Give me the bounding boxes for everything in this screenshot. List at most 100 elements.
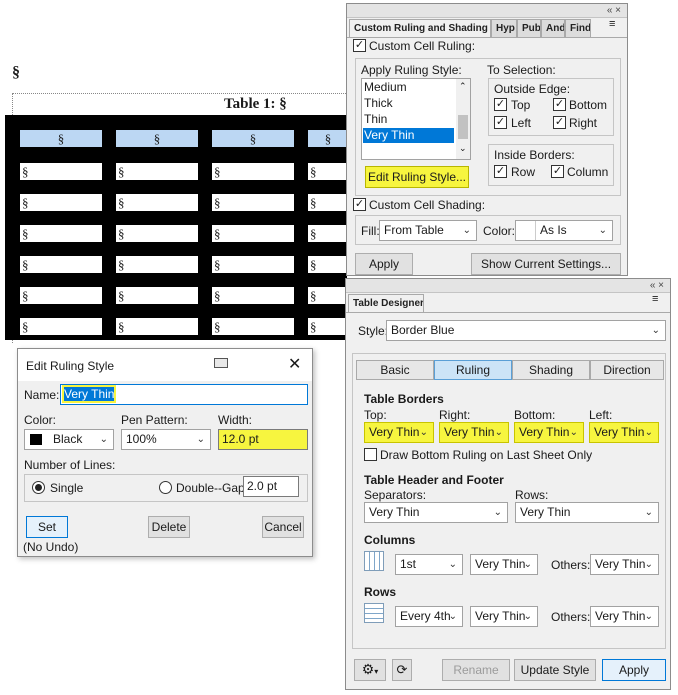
set-button[interactable]: Set — [26, 516, 68, 538]
custom-cell-ruling-checkbox[interactable]: ✓ — [353, 39, 366, 52]
fill-dropdown[interactable]: From Table ⌄ — [379, 220, 477, 241]
apply-button[interactable]: Apply — [355, 253, 413, 275]
top-checkbox[interactable]: ✓ — [494, 98, 507, 111]
custom-cell-shading-checkbox[interactable]: ✓ — [353, 198, 366, 211]
table-title[interactable]: Table 1: § — [224, 96, 287, 113]
delete-button[interactable]: Delete — [148, 516, 190, 538]
close-icon[interactable]: ✕ — [288, 354, 301, 374]
scrollbar[interactable]: ⌃ ⌄ — [456, 79, 470, 159]
color-dropdown[interactable]: Black ⌄ — [24, 429, 114, 450]
columns-weight-dropdown[interactable]: Very Thin ⌄ — [470, 554, 538, 575]
table-cell[interactable]: § — [20, 225, 102, 242]
panel-collapse-close-controls[interactable]: « × — [650, 280, 664, 292]
tab-table-designer[interactable]: Table Designer — [348, 294, 424, 313]
apply-button[interactable]: Apply — [602, 659, 666, 681]
rows-others-value: Very Thin — [595, 609, 646, 623]
table-cell[interactable]: § — [20, 256, 102, 273]
table-header-cell[interactable]: § — [212, 130, 294, 147]
name-field[interactable]: Very Thin — [60, 384, 308, 405]
tab-shading[interactable]: Shading — [512, 360, 590, 380]
right-checkbox[interactable]: ✓ — [553, 116, 566, 129]
table-cell[interactable]: § — [116, 194, 198, 211]
table-header-cell[interactable]: § — [20, 130, 102, 147]
ruling-style-list[interactable]: Medium Thick Thin Very Thin ⌃ ⌄ — [361, 78, 471, 160]
table-cell[interactable]: § — [116, 225, 198, 242]
rename-button[interactable]: Rename — [442, 659, 510, 681]
list-item-selected[interactable]: Very Thin — [363, 128, 454, 143]
table-cell[interactable]: § — [212, 194, 294, 211]
pen-pattern-dropdown[interactable]: 100% ⌄ — [121, 429, 211, 450]
scroll-down-icon[interactable]: ⌄ — [459, 143, 467, 154]
table-header-cell[interactable]: § — [116, 130, 198, 147]
table-cell[interactable]: § — [20, 163, 102, 180]
update-style-button[interactable]: Update Style — [514, 659, 596, 681]
separators-dropdown[interactable]: Very Thin ⌄ — [364, 502, 508, 523]
table-cell[interactable]: § — [116, 287, 198, 304]
table-cell[interactable]: § — [116, 163, 198, 180]
rows-which-dropdown[interactable]: Every 4th ⌄ — [395, 606, 463, 627]
panel-collapse-close-controls[interactable]: « × — [607, 5, 621, 17]
refresh-button[interactable]: ⟳ — [392, 659, 412, 681]
columns-which-dropdown[interactable]: 1st ⌄ — [395, 554, 463, 575]
cancel-button[interactable]: Cancel — [262, 516, 304, 538]
table-cell[interactable]: § — [212, 256, 294, 273]
tab-basic[interactable]: Basic — [356, 360, 434, 380]
table-cell[interactable]: § — [308, 163, 348, 180]
tab-ruling[interactable]: Ruling — [434, 360, 512, 380]
dialog-titlebar[interactable]: Edit Ruling Style ✕ — [18, 349, 312, 381]
list-item[interactable]: Thin — [364, 112, 387, 126]
rows-weight-dropdown[interactable]: Very Thin ⌄ — [470, 606, 538, 627]
hamburger-icon[interactable]: ≡ — [609, 19, 621, 30]
columns-others-dropdown[interactable]: Very Thin ⌄ — [590, 554, 659, 575]
panel-titlebar[interactable]: « × — [346, 279, 670, 293]
table-cell[interactable]: § — [212, 163, 294, 180]
table-cell[interactable]: § — [212, 287, 294, 304]
style-dropdown[interactable]: Border Blue ⌄ — [386, 320, 666, 341]
right-border-dropdown[interactable]: Very Thin ⌄ — [439, 422, 509, 443]
scroll-up-icon[interactable]: ⌃ — [459, 81, 467, 92]
table-cell[interactable]: § — [308, 318, 348, 335]
list-item[interactable]: Medium — [364, 80, 407, 94]
table-cell[interactable]: § — [308, 194, 348, 211]
bottom-checkbox[interactable]: ✓ — [553, 98, 566, 111]
edit-ruling-style-button[interactable]: Edit Ruling Style... — [365, 166, 469, 188]
list-item[interactable]: Thick — [364, 96, 393, 110]
table-cell[interactable]: § — [20, 194, 102, 211]
tab-direction[interactable]: Direction — [590, 360, 664, 380]
table-cell[interactable]: § — [116, 256, 198, 273]
bottom-border-dropdown[interactable]: Very Thin ⌄ — [514, 422, 584, 443]
settings-menu-button[interactable]: ⚙▾ — [354, 659, 386, 681]
show-current-settings-button[interactable]: Show Current Settings... — [471, 253, 621, 275]
header-rows-dropdown[interactable]: Very Thin ⌄ — [515, 502, 659, 523]
single-radio[interactable] — [32, 481, 45, 494]
tab-find[interactable]: Find — [565, 19, 591, 37]
draw-bottom-ruling-checkbox[interactable] — [364, 448, 377, 461]
table-cell[interactable]: § — [308, 225, 348, 242]
tab-hyp[interactable]: Hyp — [491, 19, 517, 37]
tab-custom-ruling[interactable]: Custom Ruling and Shading — [349, 19, 491, 38]
tab-and[interactable]: And — [541, 19, 565, 37]
color-dropdown[interactable]: As Is ⌄ — [515, 220, 613, 241]
row-checkbox[interactable]: ✓ — [494, 165, 507, 178]
table-cell[interactable]: § — [308, 287, 348, 304]
table-cell[interactable]: § — [20, 287, 102, 304]
gap-field[interactable]: 2.0 pt — [243, 476, 299, 497]
table-header-cell[interactable]: § — [308, 130, 348, 147]
table-cell[interactable]: § — [308, 256, 348, 273]
double-gap-radio[interactable] — [159, 481, 172, 494]
document-table[interactable]: § § § § § § § § § § § § § § § § § § § § § § § § § § § § — [5, 115, 348, 340]
table-cell[interactable]: § — [20, 318, 102, 335]
left-border-dropdown[interactable]: Very Thin ⌄ — [589, 422, 659, 443]
hamburger-icon[interactable]: ≡ — [652, 294, 664, 305]
width-field[interactable]: 12.0 pt — [218, 429, 308, 450]
table-cell[interactable]: § — [116, 318, 198, 335]
top-border-dropdown[interactable]: Very Thin ⌄ — [364, 422, 434, 443]
panel-titlebar[interactable]: « × — [347, 4, 627, 18]
column-checkbox[interactable]: ✓ — [551, 165, 564, 178]
left-checkbox[interactable]: ✓ — [494, 116, 507, 129]
table-cell[interactable]: § — [212, 318, 294, 335]
table-cell[interactable]: § — [212, 225, 294, 242]
rows-others-dropdown[interactable]: Very Thin ⌄ — [590, 606, 659, 627]
tab-pub[interactable]: Pub — [517, 19, 541, 37]
scroll-thumb[interactable] — [458, 115, 468, 139]
